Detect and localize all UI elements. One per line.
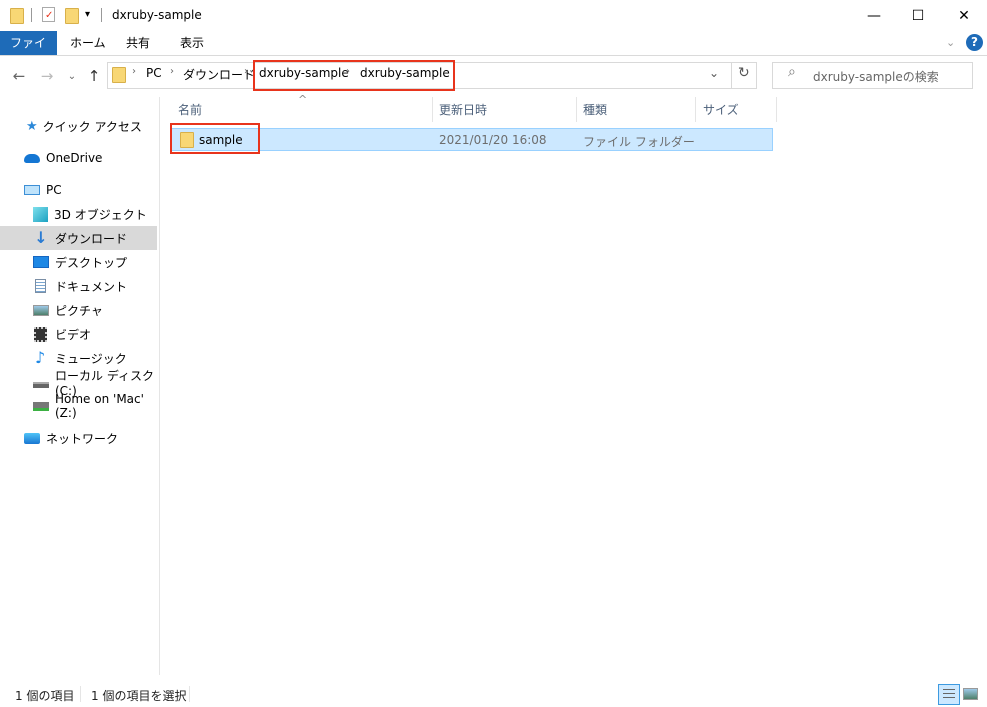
sidebar-item-label: クイック アクセス xyxy=(42,119,142,134)
file-type: ファイル フォルダー xyxy=(583,135,695,149)
tab-home[interactable]: ホーム xyxy=(60,31,116,55)
breadcrumb-dxruby-sample-current[interactable]: dxruby-sample xyxy=(360,66,450,80)
tab-view[interactable]: 表示 xyxy=(170,31,214,55)
picture-icon xyxy=(33,304,49,316)
column-header-name[interactable]: 名前 xyxy=(178,101,202,118)
network-drive-icon xyxy=(33,401,49,411)
search-icon: ⌕ xyxy=(788,64,796,80)
divider xyxy=(189,686,190,702)
column-divider[interactable] xyxy=(432,97,433,122)
details-view-button[interactable] xyxy=(938,684,960,705)
folder-icon xyxy=(112,67,126,83)
column-header-modified[interactable]: 更新日時 xyxy=(439,101,487,118)
divider xyxy=(731,63,732,88)
cloud-icon xyxy=(24,153,40,163)
sidebar-item-label: ダウンロード xyxy=(55,231,128,246)
expand-ribbon-icon[interactable]: ⌄ xyxy=(946,36,955,49)
breadcrumb-separator[interactable]: › xyxy=(132,66,136,77)
breadcrumb-dxruby-sample[interactable]: dxruby-sample xyxy=(259,66,349,80)
column-header-type[interactable]: 種類 xyxy=(583,101,607,118)
forward-button[interactable]: → xyxy=(38,66,56,86)
music-icon: ♪ xyxy=(35,348,46,367)
customize-quick-access-icon[interactable]: ▾ xyxy=(85,9,90,20)
sidebar-item-network-drive[interactable]: Home on 'Mac' (Z:) xyxy=(0,392,157,420)
folder-icon xyxy=(10,8,24,24)
breadcrumb-separator[interactable]: › xyxy=(244,66,248,77)
up-button[interactable]: ↑ xyxy=(85,66,103,86)
sidebar-item-pictures[interactable]: ピクチャ xyxy=(0,298,157,322)
column-divider[interactable] xyxy=(776,97,777,122)
sidebar-item-downloads[interactable]: ↓ ダウンロード xyxy=(0,226,157,250)
star-icon: ★ xyxy=(26,118,38,134)
sidebar-item-quick-access[interactable]: ★ クイック アクセス xyxy=(0,114,157,138)
minimize-button[interactable]: — xyxy=(851,0,897,31)
sidebar-item-label: ミュージック xyxy=(55,351,127,366)
sidebar-item-label: PC xyxy=(46,183,62,197)
cube-icon xyxy=(33,206,48,222)
sidebar-item-label: 3D オブジェクト xyxy=(54,207,147,222)
properties-icon[interactable]: ✓ xyxy=(42,7,55,22)
download-icon: ↓ xyxy=(34,228,48,247)
column-header-size[interactable]: サイズ xyxy=(703,101,739,118)
sidebar-item-local-disk[interactable]: ローカル ディスク (C:) xyxy=(0,369,157,398)
refresh-button[interactable]: ↻ xyxy=(738,65,750,81)
new-folder-icon[interactable] xyxy=(65,8,79,24)
file-modified: 2021/01/20 16:08 xyxy=(439,133,547,147)
tab-file[interactable]: ファイル xyxy=(0,31,57,74)
divider xyxy=(31,8,32,22)
window-title: dxruby-sample xyxy=(112,8,202,22)
drive-icon xyxy=(33,382,49,388)
sidebar-item-label: ピクチャ xyxy=(55,303,103,318)
sidebar-divider xyxy=(159,97,160,675)
video-icon xyxy=(34,326,47,342)
sidebar-item-label: ネットワーク xyxy=(46,431,119,446)
divider xyxy=(80,686,81,702)
sidebar-item-label: OneDrive xyxy=(46,151,103,165)
desktop-icon xyxy=(33,256,49,268)
sidebar-item-documents[interactable]: ドキュメント xyxy=(0,274,157,298)
status-selected-count: 1 個の項目を選択 xyxy=(91,689,187,703)
sidebar-item-videos[interactable]: ビデオ xyxy=(0,322,157,346)
back-button[interactable]: ← xyxy=(10,66,28,86)
sidebar-item-network[interactable]: ネットワーク xyxy=(0,426,157,450)
maximize-button[interactable]: ☐ xyxy=(895,0,941,31)
status-item-count: 1 個の項目 xyxy=(15,689,75,703)
details-view-icon xyxy=(943,689,955,700)
sidebar-item-label: Home on 'Mac' (Z:) xyxy=(55,392,144,420)
large-icons-view-button[interactable] xyxy=(963,688,978,700)
address-dropdown-icon[interactable]: ⌄ xyxy=(709,66,719,80)
sidebar-item-label: デスクトップ xyxy=(55,255,128,270)
sidebar-item-3d-objects[interactable]: 3D オブジェクト xyxy=(0,202,157,226)
file-name[interactable]: sample xyxy=(199,133,243,147)
help-icon[interactable]: ? xyxy=(966,34,983,51)
close-button[interactable]: ✕ xyxy=(941,0,987,31)
breadcrumb-separator[interactable]: › xyxy=(346,66,350,77)
divider xyxy=(101,8,102,22)
folder-icon xyxy=(180,132,194,148)
breadcrumb-separator[interactable]: › xyxy=(170,66,174,77)
tab-share[interactable]: 共有 xyxy=(116,31,160,55)
sort-ascending-icon: ^ xyxy=(298,93,308,106)
column-divider[interactable] xyxy=(695,97,696,122)
recent-locations-button[interactable]: ⌄ xyxy=(63,66,81,86)
network-icon xyxy=(24,432,40,444)
breadcrumb-pc[interactable]: PC xyxy=(146,66,162,80)
sidebar-item-desktop[interactable]: デスクトップ xyxy=(0,250,157,274)
computer-icon xyxy=(24,185,40,195)
sidebar-item-label: ドキュメント xyxy=(55,279,128,294)
sidebar-item-label: ビデオ xyxy=(55,327,92,342)
sidebar-item-pc[interactable]: PC xyxy=(0,178,157,202)
column-divider[interactable] xyxy=(576,97,577,122)
title-bar: ✓ ▾ dxruby-sample — ☐ ✕ xyxy=(0,0,987,31)
document-icon xyxy=(35,279,46,293)
sidebar-item-onedrive[interactable]: OneDrive xyxy=(0,146,157,170)
search-placeholder[interactable]: dxruby-sampleの検索 xyxy=(813,68,939,85)
